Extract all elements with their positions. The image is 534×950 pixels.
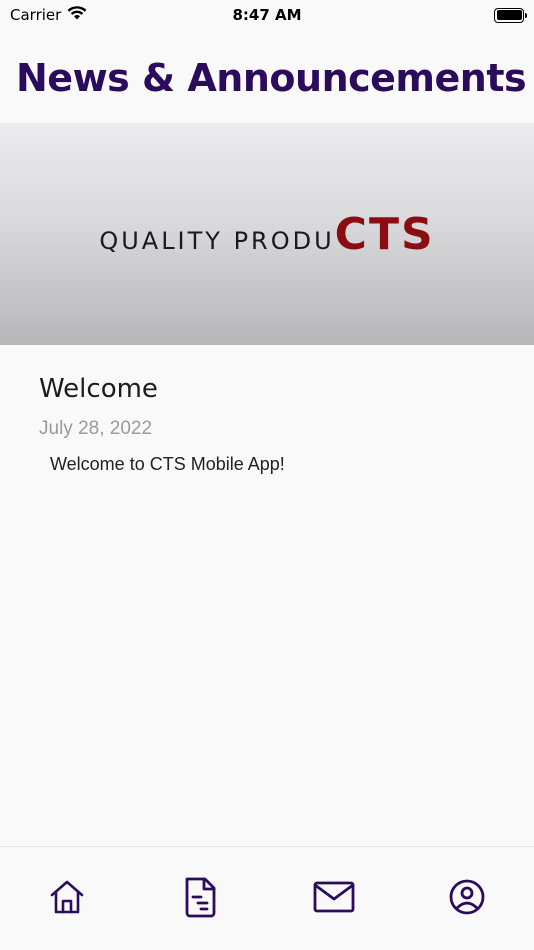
logo-text-primary: QUALITY PRODU — [99, 226, 335, 255]
company-logo: QUALITY PRODU CTS — [99, 209, 434, 260]
tab-documents[interactable] — [170, 875, 230, 919]
tab-bar — [0, 846, 534, 950]
carrier-label: Carrier — [10, 6, 62, 24]
tab-profile[interactable] — [437, 875, 497, 919]
tab-home[interactable] — [37, 875, 97, 919]
profile-icon — [449, 879, 485, 915]
wifi-icon — [67, 6, 87, 24]
status-bar: Carrier 8:47 AM — [0, 0, 534, 30]
banner-image: QUALITY PRODU CTS — [0, 123, 534, 345]
battery-icon — [494, 7, 527, 23]
status-left: Carrier — [10, 6, 87, 24]
page-title: News & Announcements — [16, 56, 527, 100]
announcement-item[interactable]: Welcome July 28, 2022 Welcome to CTS Mob… — [39, 374, 514, 475]
logo-text-accent: CTS — [334, 208, 435, 260]
mail-icon — [313, 881, 355, 913]
home-icon — [50, 880, 84, 914]
tab-messages[interactable] — [304, 875, 364, 919]
document-icon — [185, 877, 216, 918]
announcement-date: July 28, 2022 — [39, 418, 153, 439]
announcement-title: Welcome — [39, 374, 158, 404]
announcement-body: Welcome to CTS Mobile App! — [50, 454, 285, 474]
